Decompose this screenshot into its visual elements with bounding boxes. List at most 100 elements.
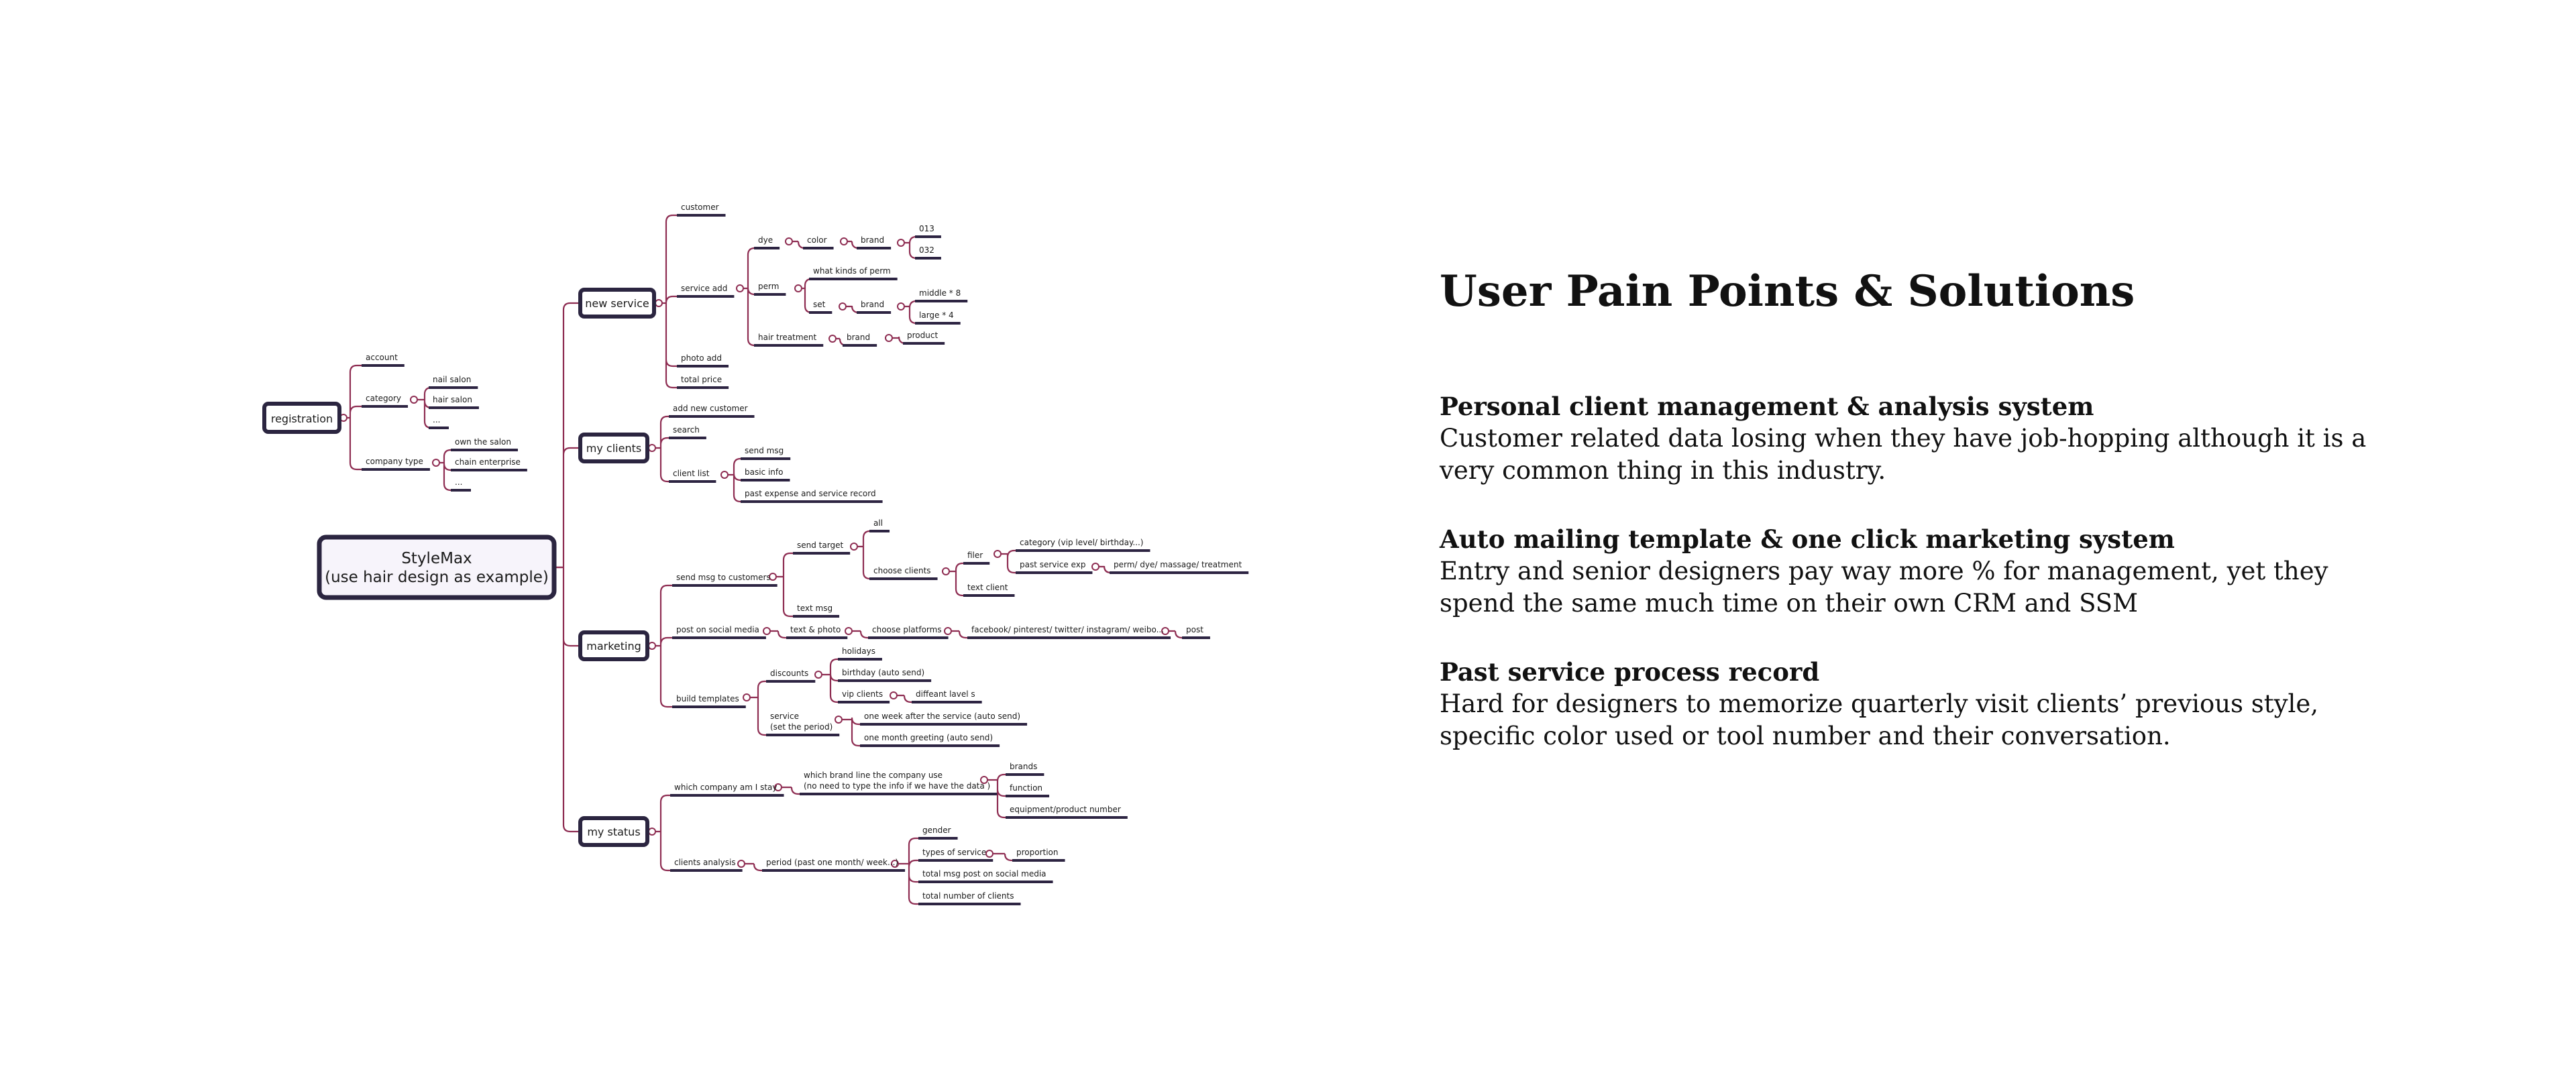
new-service-leaves: customer service add dye color brand 013…	[681, 203, 961, 384]
new-service-label: new service	[585, 297, 649, 310]
pain-point-1: Personal client management & analysis sy…	[1440, 390, 2379, 487]
connector	[747, 680, 770, 736]
collapse-toggle-icon[interactable]	[648, 642, 656, 650]
leaf-send-msg: send msg	[745, 446, 784, 455]
collapse-toggle-icon[interactable]	[890, 691, 898, 699]
collapse-toggle-icon[interactable]	[944, 627, 952, 635]
leaf-build-templates: build templates	[676, 694, 739, 703]
collapse-toggle-icon[interactable]	[655, 299, 663, 307]
registration-node[interactable]: registration	[262, 402, 341, 434]
leaf-all: all	[873, 518, 883, 528]
leaf-filter-category: category (vip level/ birthday...)	[1020, 538, 1143, 547]
leaf-birthday: birthday (auto send)	[842, 668, 924, 677]
my-status-node[interactable]: my status	[578, 816, 649, 847]
leaf-send-msg-customers: send msg to customers	[676, 573, 771, 582]
leaf-past-service-exp: past service exp	[1020, 560, 1085, 569]
leaf-platforms: facebook/ pinterest/ twitter/ instagram/…	[971, 625, 1164, 634]
mind-map: StyleMax (use hair design as example) re…	[262, 203, 1249, 905]
leaf-choose-platforms: choose platforms	[872, 625, 942, 634]
leaf-brand: brand	[861, 235, 884, 245]
leaf-service-period-1: service	[770, 712, 799, 721]
collapse-toggle-icon[interactable]	[994, 550, 1002, 558]
leaf-one-week: one week after the service (auto send)	[864, 712, 1020, 721]
collapse-toggle-icon[interactable]	[763, 627, 771, 635]
leaf-hair-salon: hair salon	[433, 395, 472, 404]
collapse-toggle-icon[interactable]	[897, 239, 905, 247]
leaf-perm: perm	[758, 282, 779, 291]
collapse-toggle-icon[interactable]	[785, 237, 793, 245]
leaf-own-salon: own the salon	[455, 437, 511, 447]
pain-point-body: Customer related data losing when they h…	[1440, 424, 2367, 486]
leaf-ht-product: product	[907, 331, 938, 340]
collapse-toggle-icon[interactable]	[885, 334, 893, 342]
leaf-choose-clients: choose clients	[873, 566, 931, 575]
leaf-company-more: ...	[455, 477, 462, 487]
leaf-brand-line-1: which brand line the company use	[804, 771, 943, 780]
collapse-toggle-icon[interactable]	[410, 396, 418, 404]
leaf-brand-line-2: (no need to type the info if we have the…	[804, 781, 990, 791]
leaf-post-social: post on social media	[676, 625, 759, 634]
collapse-toggle-icon[interactable]	[835, 716, 843, 724]
collapse-toggle-icon[interactable]	[1091, 563, 1099, 571]
pain-point-2: Auto mailing template & one click market…	[1440, 523, 2379, 620]
leaf-discounts: discounts	[770, 669, 808, 678]
collapse-toggle-icon[interactable]	[648, 444, 656, 452]
collapse-toggle-icon[interactable]	[814, 671, 822, 679]
leaf-photo-add: photo add	[681, 353, 722, 363]
collapse-toggle-icon[interactable]	[648, 828, 656, 836]
marketing-label: marketing	[586, 640, 641, 653]
leaf-middle-8: middle * 8	[919, 288, 961, 298]
leaf-basic-info: basic info	[745, 467, 783, 477]
panel-title: User Pain Points & Solutions	[1440, 266, 2135, 317]
collapse-toggle-icon[interactable]	[839, 302, 847, 310]
leaf-gender: gender	[922, 826, 951, 835]
leaf-add-new-customer: add new customer	[673, 404, 748, 413]
leaf-ht-brand: brand	[847, 333, 870, 342]
collapse-toggle-icon[interactable]	[737, 860, 745, 868]
leaf-chain-enterprise: chain enterprise	[455, 457, 521, 467]
leaf-types-of-service: types of service	[922, 848, 986, 857]
leaf-large-4: large * 4	[919, 310, 954, 320]
leaf-service-period-2: (set the period)	[770, 722, 833, 732]
registration-leaves: account category nail salon hair salon .…	[366, 353, 521, 487]
pain-point-body: Entry and senior designers pay way more …	[1440, 557, 2328, 618]
pain-points-panel: User Pain Points & Solutions Personal cl…	[1440, 268, 2379, 789]
leaf-company-type: company type	[366, 457, 423, 466]
marketing-node[interactable]: marketing	[578, 630, 649, 661]
collapse-toggle-icon[interactable]	[850, 543, 858, 551]
collapse-toggle-icon[interactable]	[985, 850, 994, 858]
pain-point-heading: Personal client management & analysis sy…	[1440, 392, 2094, 422]
collapse-toggle-icon[interactable]	[828, 335, 837, 343]
leaf-dye: dye	[758, 235, 773, 245]
leaf-nail-salon: nail salon	[433, 375, 471, 384]
collapse-toggle-icon[interactable]	[942, 567, 950, 575]
root-node[interactable]: StyleMax (use hair design as example)	[317, 534, 557, 600]
collapse-toggle-icon[interactable]	[743, 693, 751, 701]
leaf-brands: brands	[1010, 762, 1037, 771]
leaf-text-photo: text & photo	[790, 625, 841, 634]
collapse-toggle-icon[interactable]	[845, 627, 853, 635]
leaf-category-more: ...	[433, 415, 440, 424]
leaf-equipment: equipment/product number	[1010, 805, 1121, 814]
connector	[740, 247, 758, 347]
collapse-toggle-icon[interactable]	[720, 471, 729, 479]
collapse-toggle-icon[interactable]	[736, 284, 744, 292]
leaf-hair-treatment: hair treatment	[758, 333, 817, 342]
leaf-category: category	[366, 394, 401, 403]
leaf-customer: customer	[681, 203, 719, 212]
my-clients-node[interactable]: my clients	[578, 433, 649, 463]
collapse-toggle-icon[interactable]	[794, 284, 802, 292]
leaf-post: post	[1186, 625, 1203, 634]
new-service-node[interactable]: new service	[578, 288, 656, 319]
collapse-toggle-icon[interactable]	[432, 459, 440, 467]
leaf-which-company: which company am I stay	[674, 783, 777, 792]
collapse-toggle-icon[interactable]	[840, 237, 848, 245]
collapse-toggle-icon[interactable]	[897, 302, 905, 310]
leaf-diff-level: diffeant lavel s	[916, 689, 975, 699]
pain-point-heading: Auto mailing template & one click market…	[1440, 524, 2175, 555]
leaf-period: period (past one month/ week...)	[766, 858, 898, 867]
registration-label: registration	[271, 412, 333, 425]
leaf-total-msg-post: total msg post on social media	[922, 869, 1046, 878]
my-status-leaves: which company am I stay which brand line…	[674, 762, 1121, 901]
leaf-proportion: proportion	[1016, 848, 1059, 857]
